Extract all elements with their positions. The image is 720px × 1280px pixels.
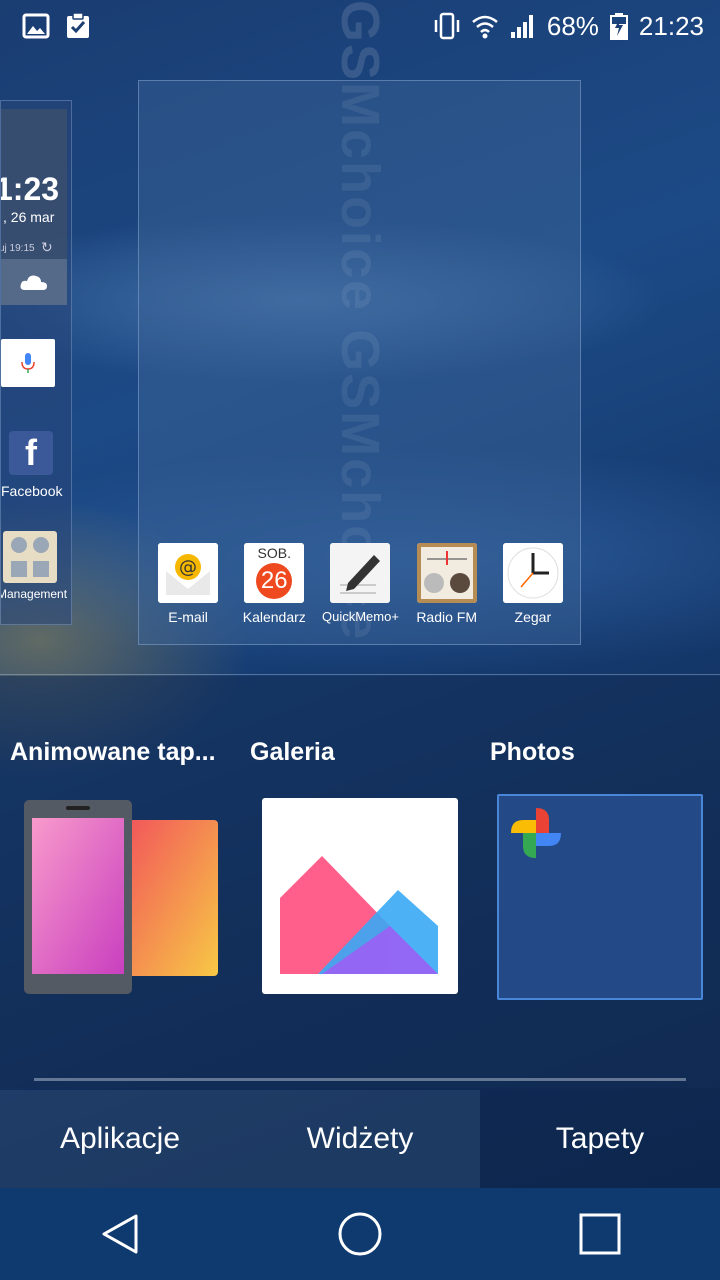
divider [34,1078,686,1081]
gallery-title: Galeria [250,738,335,766]
svg-text:@: @ [179,557,197,578]
recent-apps-icon [579,1213,621,1255]
status-left [22,12,92,40]
clipboard-check-icon [67,12,89,38]
email-icon: @ [158,543,219,603]
signal-icon [510,15,533,38]
battery-charging-icon [609,13,628,40]
divider [0,674,720,675]
clock-time: 21:23 [638,10,704,41]
status-right: 68% 21:23 [433,11,704,42]
battery-percent: 68% [546,10,599,41]
back-icon [102,1214,138,1254]
dock-label: QuickMemo+ [321,609,399,624]
weather-band [1,259,67,305]
animated-wallpapers-title: Animowane tap... [10,738,216,766]
calendar-day-number: 26 [260,567,288,594]
photos-thumbnail[interactable] [497,794,703,1000]
dock-item-clock[interactable]: Zegar [490,543,576,633]
gallery-icon [280,856,438,974]
back-button[interactable] [90,1204,150,1264]
home-icon [338,1212,382,1256]
tab-bar: Aplikacje Widżety Tapety [0,1090,720,1188]
tab-applications[interactable]: Aplikacje [0,1090,240,1188]
tab-widgets[interactable]: Widżety [240,1090,480,1188]
refresh-icon: ↻ [41,239,53,255]
mic-icon [21,353,35,373]
status-bar: 68% 21:23 [0,0,720,52]
gallery-thumbnail[interactable] [262,798,458,994]
quickmemo-icon [330,543,391,603]
facebook-label: Facebook [1,483,63,499]
google-photos-icon [511,808,561,858]
voice-search-widget [1,339,55,387]
dock: @ E-mail SOB. 26 Kalendarz QuickMemo+ Ra… [139,543,582,633]
calendar-icon: SOB. 26 [244,543,305,603]
cloud-icon [20,275,47,290]
radio-icon [416,543,477,603]
management-icon [3,531,57,583]
animated-wallpaper-icon [24,800,218,994]
home-preview-main[interactable]: @ E-mail SOB. 26 Kalendarz QuickMemo+ Ra… [138,80,581,645]
home-preview-left[interactable]: 1:23 , 26 mar uj 19:15 ↻ f Facebook Mana… [0,100,72,625]
tab-wallpapers[interactable]: Tapety [480,1090,720,1188]
clock-icon [502,543,563,603]
vibrate-icon [434,12,460,40]
dock-item-calendar[interactable]: SOB. 26 Kalendarz [231,543,317,633]
widget-update-time: uj 19:15 [0,243,35,254]
management-label: Management [0,587,68,601]
dock-label: Radio FM [416,609,477,625]
widget-time: 1:23 [0,171,60,207]
wifi-icon [472,15,498,39]
calendar-day-name: SOB. [257,545,292,561]
widget-date: , 26 mar [3,209,55,225]
dock-label: Zegar [514,609,552,625]
dock-item-email[interactable]: @ E-mail [145,543,231,633]
dock-label: Kalendarz [242,609,306,625]
dock-label: E-mail [168,609,208,625]
navigation-bar [0,1188,720,1280]
image-notification-icon [22,13,50,39]
dock-item-radio[interactable]: Radio FM [404,543,490,633]
recent-apps-button[interactable] [570,1204,630,1264]
animated-wallpapers-thumbnail[interactable] [24,800,220,994]
photos-title: Photos [490,738,575,766]
clock-widget: 1:23 , 26 mar uj 19:15 ↻ [1,109,67,305]
dock-item-quickmemo[interactable]: QuickMemo+ [317,543,403,633]
home-button[interactable] [330,1204,390,1264]
facebook-icon: f [9,431,53,475]
wallpaper-picker: Animowane tap... Galeria Photos [0,676,720,1088]
